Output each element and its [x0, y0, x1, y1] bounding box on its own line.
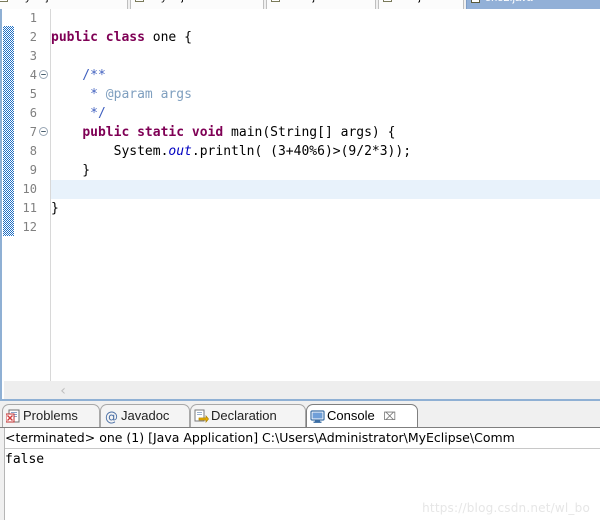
- editor-tab-one6[interactable]: one6.java: [266, 0, 376, 9]
- java-editor: 1 2 3 4 5 6 7 8 9 10 11 12 public class …: [0, 9, 600, 401]
- code-line-2: public class one {: [51, 30, 192, 45]
- watermark-text: https://blog.csdn.net/wl_bo: [422, 501, 590, 515]
- line-number: 7: [29, 125, 37, 139]
- fold-collapse-icon-line4[interactable]: [38, 66, 49, 85]
- java-file-icon: [383, 0, 392, 2]
- code-line-4: /**: [51, 68, 106, 83]
- line-number: 5: [29, 87, 37, 101]
- line-number: 3: [29, 49, 37, 63]
- tab-label: Declaration: [211, 408, 277, 423]
- editor-tab-label: day11.java: [149, 0, 201, 3]
- declaration-icon: [194, 409, 209, 424]
- editor-tab-list-button[interactable]: [586, 0, 600, 9]
- line-number: 8: [29, 144, 37, 158]
- tab-problems[interactable]: Problems: [2, 404, 100, 428]
- problems-icon: [5, 409, 21, 424]
- console-icon: [310, 409, 325, 424]
- console-process-header: <terminated> one (1) [Java Application] …: [5, 428, 600, 449]
- editor-tab-label: day12.java: [13, 0, 66, 3]
- editor-tab-strip: day12.java day11.java one6.java one.java…: [0, 0, 600, 9]
- tab-label: Problems: [23, 408, 78, 423]
- java-file-icon: [135, 0, 144, 2]
- code-line-9: }: [51, 163, 91, 178]
- java-file-icon: [471, 0, 480, 3]
- java-file-icon: [271, 0, 280, 2]
- line-number: 2: [29, 30, 37, 44]
- editor-tab-day11[interactable]: day11.java: [130, 0, 264, 9]
- editor-tab-label: one2.java: [485, 0, 533, 4]
- line-number: 9: [29, 163, 37, 177]
- javadoc-at-icon: @: [104, 409, 119, 425]
- code-line-7: public static void main(String[] args) {: [82, 125, 396, 140]
- code-line-5: * @param args: [51, 87, 192, 102]
- line-number-ruler[interactable]: 1 2 3 4 5 6 7 8 9 10 11 12: [15, 9, 51, 381]
- editor-body: 1 2 3 4 5 6 7 8 9 10 11 12 public class …: [2, 9, 600, 381]
- close-icon[interactable]: ⌧: [383, 411, 396, 423]
- line-number: 4: [29, 68, 37, 82]
- editor-tab-one2-active[interactable]: one2.java: [466, 0, 600, 9]
- line-number: 6: [29, 106, 37, 120]
- editor-tab-one[interactable]: one.java: [378, 0, 464, 9]
- editor-tab-label: one6.java: [285, 0, 333, 3]
- editor-tab-day12[interactable]: day12.java: [0, 0, 128, 9]
- fold-collapse-icon-line7[interactable]: [38, 123, 49, 142]
- tab-declaration[interactable]: Declaration: [190, 404, 306, 428]
- line-number: 11: [22, 201, 37, 215]
- editor-tab-label: one.java: [397, 0, 439, 3]
- editor-horizontal-scrollbar[interactable]: ‹: [4, 381, 600, 401]
- code-line-11: }: [51, 201, 59, 216]
- code-text-area[interactable]: public class one { /** * @param args */ …: [51, 9, 600, 381]
- bottom-tab-strip: Problems @ Javadoc Declaration Console ⌧: [0, 401, 600, 428]
- eclipse-ide-window: day12.java day11.java one6.java one.java…: [0, 0, 600, 520]
- svg-text:@: @: [105, 410, 118, 424]
- line-number: 12: [22, 220, 37, 234]
- tab-console-active[interactable]: Console ⌧: [306, 404, 418, 428]
- line-number: 10: [22, 182, 37, 196]
- tab-javadoc[interactable]: @ Javadoc: [100, 404, 190, 428]
- code-line-8: System.out.println( (3+40%6)>(9/2*3));: [51, 144, 412, 159]
- line-number: 1: [29, 11, 37, 25]
- code-line-6: */: [51, 106, 106, 121]
- tab-label: Javadoc: [121, 408, 170, 423]
- console-view: <terminated> one (1) [Java Application] …: [0, 427, 600, 520]
- scroll-left-arrow-icon[interactable]: ‹: [56, 384, 70, 398]
- bottom-view-stack: Problems @ Javadoc Declaration Console ⌧…: [0, 401, 600, 520]
- tab-label: Console: [327, 408, 375, 423]
- java-file-icon: [0, 0, 8, 2]
